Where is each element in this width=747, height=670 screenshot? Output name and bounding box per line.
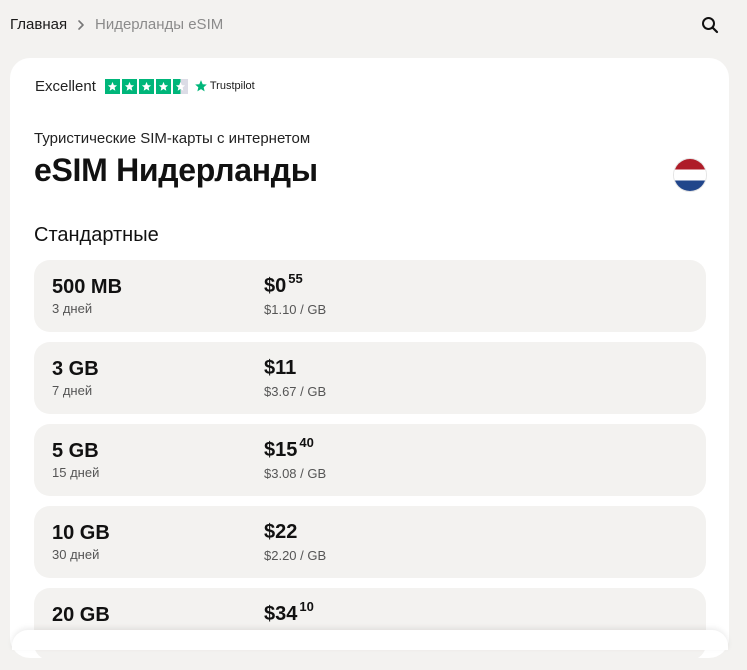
- price-main: $15: [264, 439, 298, 461]
- plan-price-per-gb: $1.10 / GB: [264, 302, 327, 317]
- star-icon: [155, 78, 171, 94]
- page-title: eSIM Нидерланды: [34, 152, 318, 188]
- price-cents: 55: [288, 271, 303, 286]
- plan-data: 10 GB: [52, 522, 110, 544]
- price-main: $34: [264, 603, 298, 625]
- section-title: Стандартные: [34, 224, 159, 246]
- plan-option[interactable]: 500 MB 3 дней $0 55 $1.10 / GB: [34, 260, 706, 332]
- star-icon: [121, 78, 137, 94]
- trustpilot-rating[interactable]: Excellent Trustpilot: [35, 76, 255, 96]
- plan-data: 20 GB: [52, 604, 110, 626]
- star-icon: [138, 78, 154, 94]
- rating-stars: [104, 78, 188, 94]
- bottom-sticky-panel: [12, 630, 728, 650]
- price-cents: 40: [299, 435, 314, 450]
- plan-price: $15 40: [264, 435, 314, 462]
- plan-option[interactable]: 10 GB 30 дней $22 $2.20 / GB: [34, 506, 706, 578]
- top-bar: Главная Нидерланды eSIM: [0, 0, 747, 50]
- plan-price: $11: [264, 357, 298, 380]
- breadcrumb-current: Нидерланды eSIM: [95, 16, 224, 33]
- trustpilot-star-icon: [195, 80, 207, 92]
- star-icon: [104, 78, 120, 94]
- plan-list: 500 MB 3 дней $0 55 $1.10 / GB 3 GB 7 дне…: [34, 260, 706, 670]
- plan-price-per-gb: $3.67 / GB: [264, 384, 327, 399]
- plan-duration: 3 дней: [52, 301, 93, 316]
- price-main: $22: [264, 521, 298, 543]
- page-subtitle: Туристические SIM-карты с интернетом: [34, 130, 311, 147]
- plan-price: $34 10: [264, 599, 314, 626]
- price-cents: 10: [299, 599, 314, 614]
- plan-duration: 30 дней: [52, 547, 100, 562]
- plan-price: $0 55: [264, 271, 303, 298]
- plan-option[interactable]: 5 GB 15 дней $15 40 $3.08 / GB: [34, 424, 706, 496]
- price-main: $11: [264, 357, 297, 379]
- plan-data: 500 MB: [52, 276, 123, 298]
- rating-word: Excellent: [35, 77, 96, 95]
- price-main: $0: [264, 275, 287, 297]
- plan-price: $22: [264, 521, 299, 544]
- search-icon[interactable]: [699, 14, 721, 36]
- product-card: Excellent Trustpilot Туристические SIM-к…: [10, 58, 729, 660]
- netherlands-flag-icon: [674, 159, 706, 191]
- chevron-right-icon: [75, 18, 87, 30]
- trustpilot-logo: Trustpilot: [194, 79, 255, 93]
- plan-duration: 15 дней: [52, 465, 100, 480]
- plan-duration: 7 дней: [52, 383, 93, 398]
- plan-data: 5 GB: [52, 440, 99, 462]
- plan-option[interactable]: 3 GB 7 дней $11 $3.67 / GB: [34, 342, 706, 414]
- half-star-icon: [172, 78, 188, 94]
- breadcrumb-home-link[interactable]: Главная: [10, 16, 67, 33]
- plan-price-per-gb: $3.08 / GB: [264, 466, 327, 481]
- trustpilot-brand: Trustpilot: [209, 80, 255, 92]
- plan-data: 3 GB: [52, 358, 99, 380]
- plan-price-per-gb: $2.20 / GB: [264, 548, 327, 563]
